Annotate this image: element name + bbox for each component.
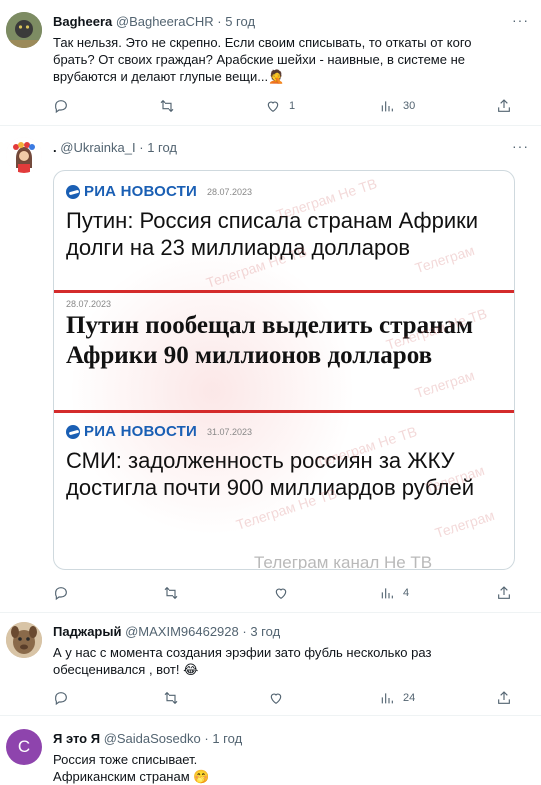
ria-logo: РИА НОВОСТИ 31.07.2023 [66, 423, 252, 440]
separator-dot: · [204, 731, 209, 746]
share-icon [498, 99, 510, 112]
like-button[interactable] [268, 688, 284, 708]
reply-button[interactable] [53, 96, 69, 116]
views-icon [381, 588, 393, 599]
more-options-icon[interactable]: ··· [512, 12, 529, 28]
action-bar: 4 [53, 583, 518, 603]
action-bar: 24 [53, 688, 518, 708]
share-icon [498, 586, 510, 599]
news-date: 31.07.2023 [207, 426, 253, 437]
author-name[interactable]: . [53, 140, 57, 155]
tweet-text: Так нельзя. Это не скрепно. Если своим с… [53, 35, 472, 84]
author-name[interactable]: Я это Я [53, 731, 100, 746]
avatar-letter: C [17, 737, 31, 756]
tweet[interactable]: . @Ukrainka_I · 1 год ··· РИА НОВОСТИ 28… [0, 127, 541, 613]
tweet-header: Паджарый @MAXIM96462928 · 3 год [53, 624, 280, 639]
retweet-button[interactable] [163, 583, 179, 603]
views-count: 30 [403, 100, 416, 112]
views-icon [381, 693, 393, 704]
like-button[interactable] [273, 583, 289, 603]
divider-line [54, 290, 514, 293]
separator-dot: · [139, 140, 144, 155]
avatar[interactable] [6, 12, 42, 48]
ria-logo: РИА НОВОСТИ 28.07.2023 [66, 183, 252, 200]
share-icon [498, 691, 510, 704]
news-date: 28.07.2023 [207, 186, 253, 197]
more-options-icon[interactable]: ··· [512, 138, 529, 154]
avatar-image [6, 622, 42, 658]
watermark: Телеграм [413, 366, 477, 402]
views-icon [381, 101, 393, 112]
author-handle[interactable]: @BagheeraCHR [116, 14, 214, 29]
heart-icon [270, 693, 282, 705]
ria-logo-icon [66, 424, 80, 439]
news-date: 28.07.2023 [66, 299, 112, 309]
avatar-image [6, 137, 42, 173]
avatar[interactable] [6, 622, 42, 658]
reply-icon [55, 692, 67, 706]
tweet-text-line: Африканским странам 🤭 [53, 769, 210, 784]
views-button[interactable]: 4 [379, 583, 409, 603]
tweet-header: Bagheera @BagheeraCHR · 5 год [53, 14, 255, 29]
share-button[interactable] [496, 96, 512, 116]
share-button[interactable] [496, 583, 512, 603]
retweet-button[interactable] [159, 96, 175, 116]
reply-button[interactable] [53, 688, 69, 708]
retweet-icon [164, 586, 178, 600]
timestamp[interactable]: 1 год [147, 140, 177, 155]
separator-dot: · [217, 14, 222, 29]
author-handle[interactable]: @MAXIM96462928 [125, 624, 239, 639]
author-handle[interactable]: @SaidaSosedko [104, 731, 201, 746]
like-button[interactable]: 1 [265, 96, 295, 116]
footer-watermark: Телеграм канал Не ТВ [254, 553, 433, 570]
views-button[interactable]: 30 [379, 96, 415, 116]
ria-brand-text: РИА НОВОСТИ [84, 183, 198, 200]
tweet-text-line: Россия тоже списывает. [53, 752, 198, 767]
author-handle[interactable]: @Ukrainka_I [60, 140, 135, 155]
views-count: 4 [403, 587, 410, 599]
avatar-image [6, 12, 42, 48]
action-bar: 1 30 [53, 96, 518, 116]
timestamp[interactable]: 3 год [250, 624, 280, 639]
ria-logo-icon [66, 184, 80, 199]
avatar[interactable]: C [6, 729, 42, 765]
author-name[interactable]: Паджарый [53, 624, 121, 639]
share-button[interactable] [496, 688, 512, 708]
reply-icon [55, 587, 67, 601]
heart-icon [267, 101, 279, 113]
tweet[interactable]: Bagheera @BagheeraCHR · 5 год ··· Так не… [0, 0, 541, 126]
tweet[interactable]: Паджарый @MAXIM96462928 · 3 год А у нас … [0, 614, 541, 716]
tweet-text: Россия тоже списывает. Африканским стран… [53, 751, 508, 785]
timestamp[interactable]: 5 год [225, 14, 255, 29]
views-button[interactable]: 24 [379, 688, 415, 708]
like-count: 1 [289, 100, 296, 112]
tweet-header: . @Ukrainka_I · 1 год [53, 140, 177, 155]
watermark: Телеграм [433, 506, 497, 542]
divider-line [54, 410, 514, 413]
tweet-media-image[interactable]: РИА НОВОСТИ 28.07.2023 Путин: Россия спи… [53, 170, 515, 570]
retweet-button[interactable] [163, 688, 179, 708]
heart-icon [275, 588, 287, 600]
avatar[interactable] [6, 137, 42, 173]
tweet-text: А у нас с момента создания эрэфии зато ф… [53, 645, 432, 677]
tweet[interactable]: C Я это Я @SaidaSosedko · 1 год Россия т… [0, 717, 541, 785]
timestamp[interactable]: 1 год [212, 731, 242, 746]
author-name[interactable]: Bagheera [53, 14, 112, 29]
retweet-icon [164, 691, 178, 705]
tweet-header: Я это Я @SaidaSosedko · 1 год [53, 731, 242, 746]
separator-dot: · [242, 624, 247, 639]
retweet-icon [160, 99, 174, 113]
reply-icon [55, 100, 67, 114]
reply-button[interactable] [53, 583, 69, 603]
views-count: 24 [403, 692, 416, 704]
ria-brand-text: РИА НОВОСТИ [84, 423, 198, 440]
